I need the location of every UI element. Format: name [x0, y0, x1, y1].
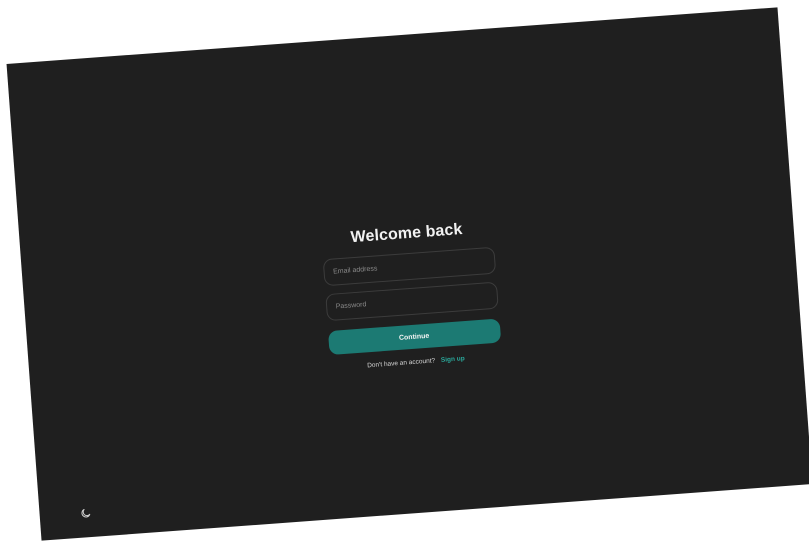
password-field[interactable]: [324, 281, 499, 322]
app-window: Welcome back Continue Don't have an acco…: [6, 7, 809, 541]
page: Welcome back Continue Don't have an acco…: [0, 0, 809, 547]
signup-row: Don't have an account? Sign up: [367, 355, 465, 369]
theme-toggle-button[interactable]: [78, 506, 93, 521]
login-form: Welcome back Continue Don't have an acco…: [320, 219, 502, 372]
page-title: Welcome back: [350, 221, 464, 247]
continue-button[interactable]: Continue: [327, 318, 501, 356]
moon-icon: [81, 508, 91, 518]
email-field[interactable]: [322, 246, 496, 287]
signup-prompt: Don't have an account?: [366, 357, 436, 370]
signup-link[interactable]: Sign up: [441, 355, 465, 364]
